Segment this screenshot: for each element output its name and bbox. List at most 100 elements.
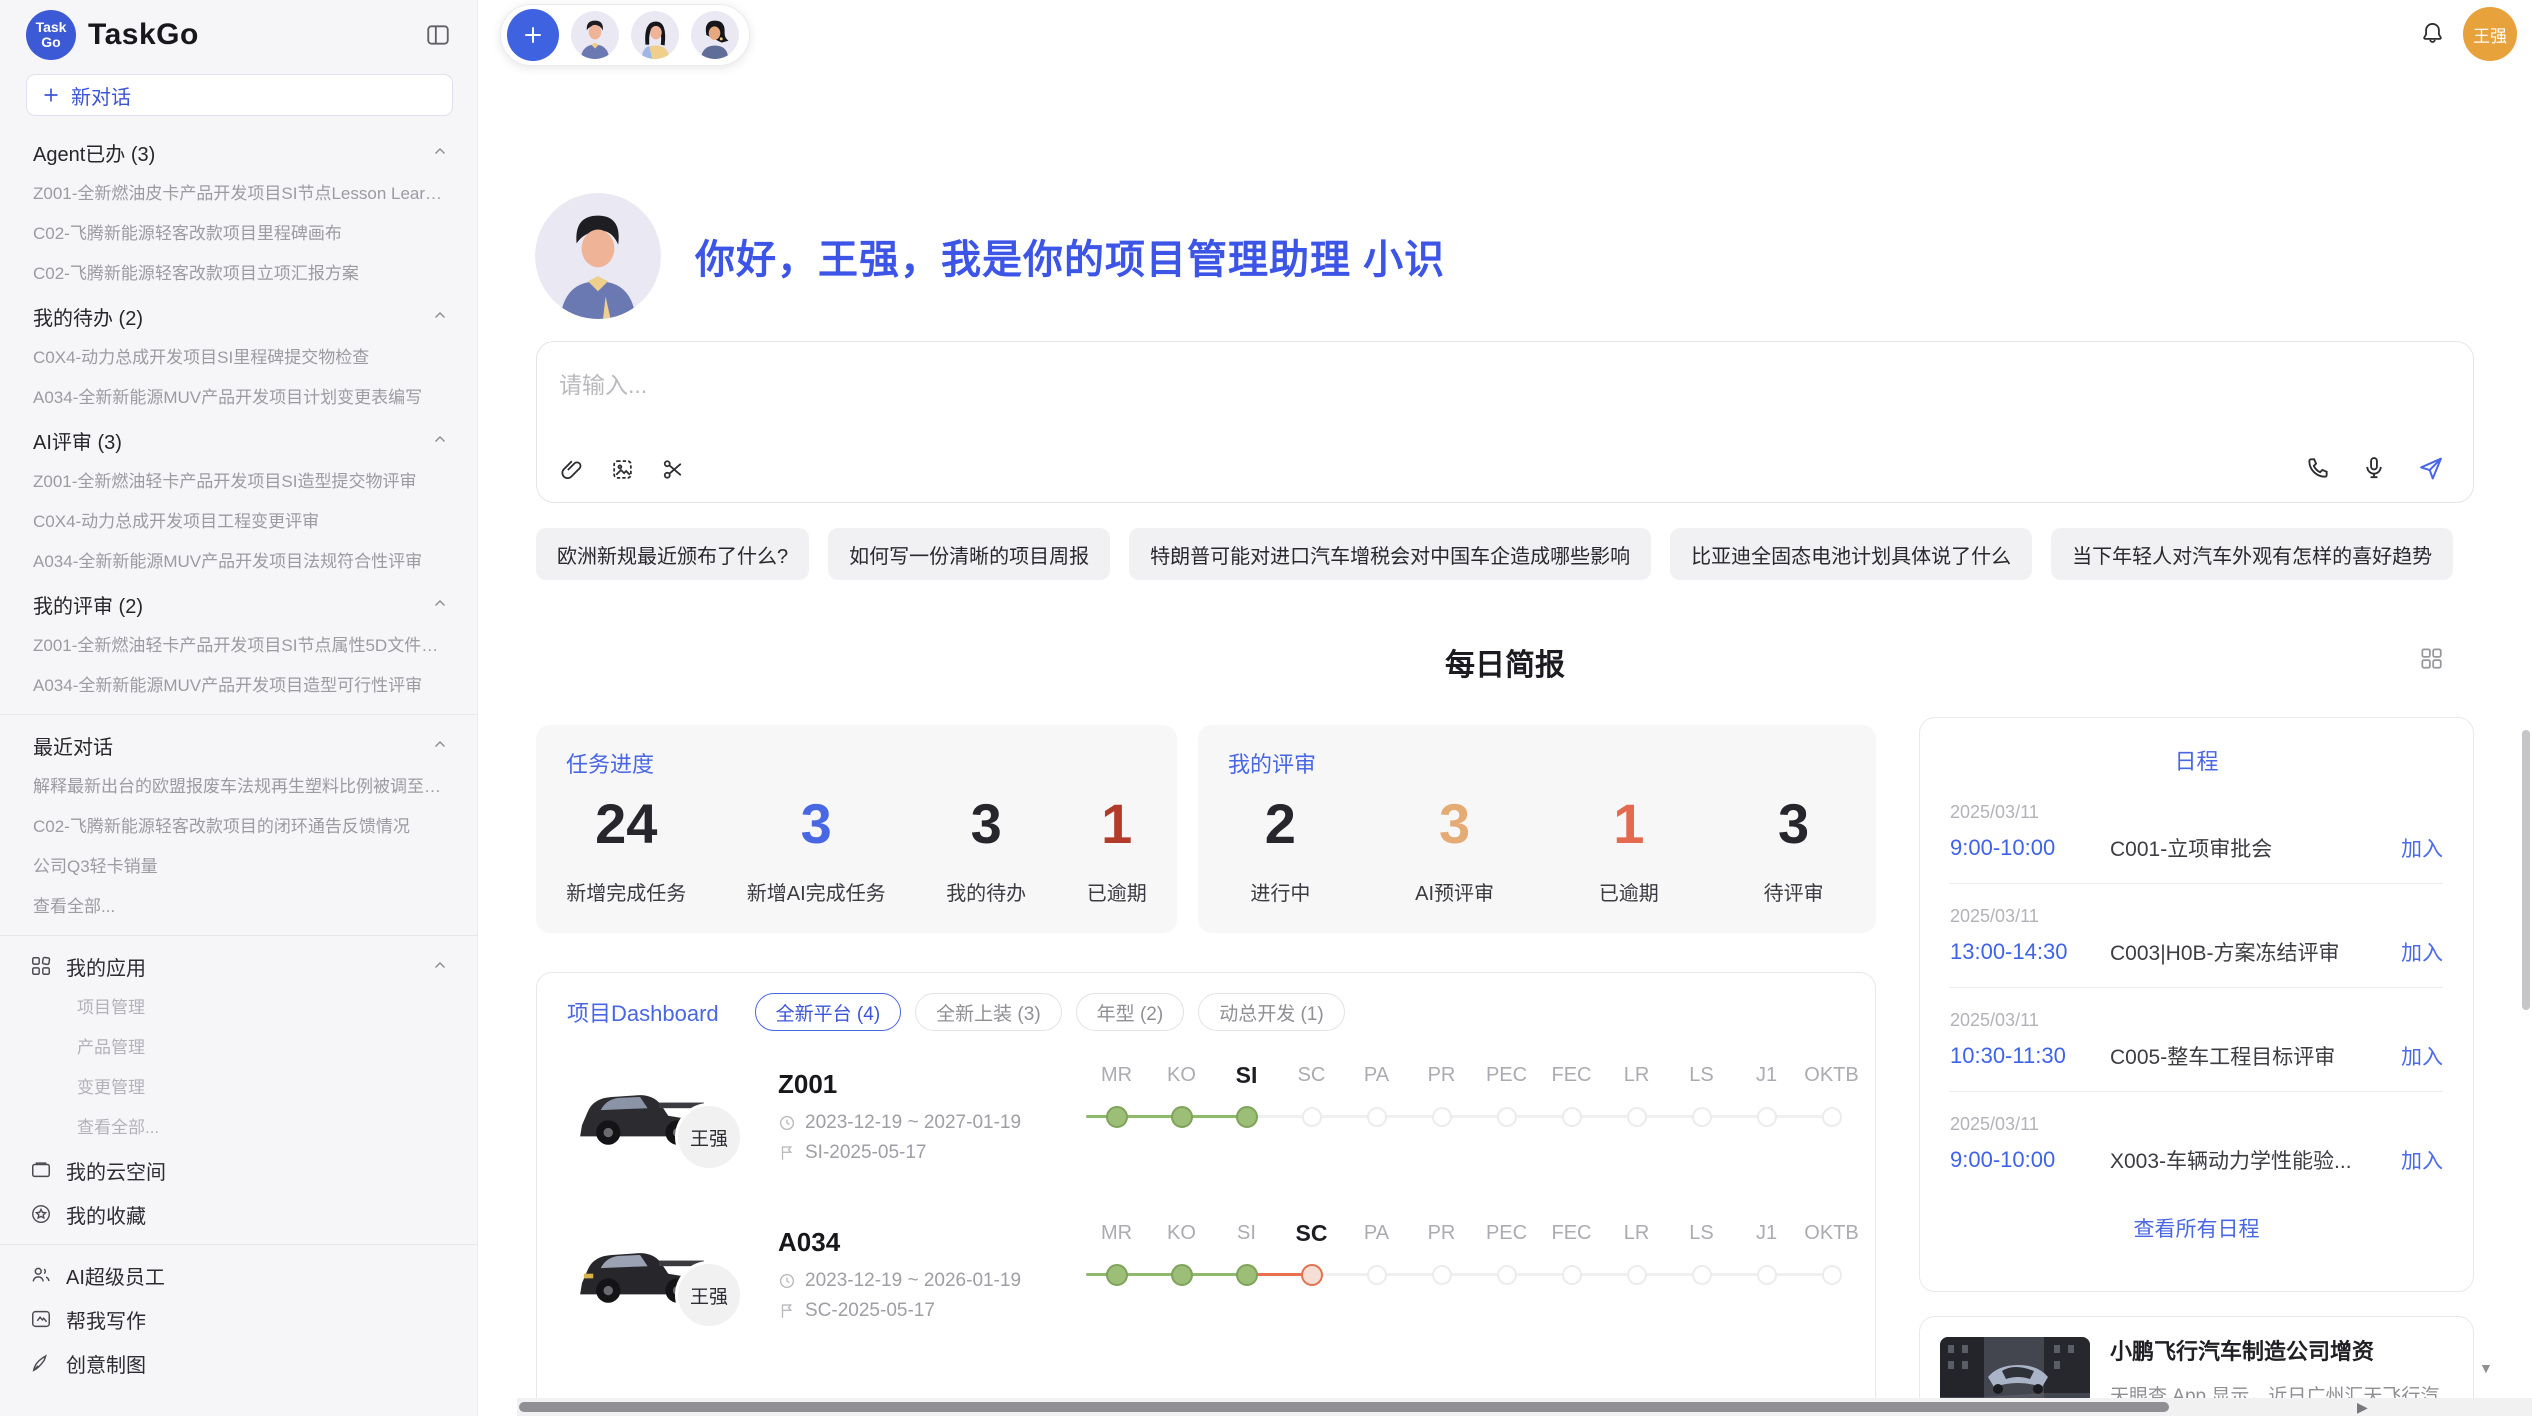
filter-chip[interactable]: 动总开发 (1): [1198, 993, 1345, 1031]
new-chat-button[interactable]: 新对话: [26, 74, 453, 116]
event-line: 10:30-11:30 C005-整车工程目标评审 加入: [1950, 1041, 2443, 1071]
scissors-icon[interactable]: [661, 457, 686, 482]
recent-chats-list: 解释最新出台的欧盟报废车法规再生塑料比例被调至15%...C02-飞腾新能源轻客…: [0, 767, 477, 887]
app-item[interactable]: 项目管理: [0, 988, 477, 1028]
suggestion-chip[interactable]: 当下年轻人对汽车外观有怎样的喜好趋势: [2051, 528, 2453, 580]
app-item[interactable]: 产品管理: [0, 1028, 477, 1068]
image-icon[interactable]: [610, 457, 635, 482]
milestone-dot-cell: [1734, 1092, 1799, 1142]
app-item[interactable]: 变更管理: [0, 1068, 477, 1108]
filter-chip[interactable]: 全新平台 (4): [755, 993, 902, 1031]
greeting-block: 你好，王强，我是你的项目管理助理 小识: [535, 193, 1445, 319]
favorites-label: 我的收藏: [66, 1200, 146, 1229]
send-icon[interactable]: [2417, 454, 2445, 482]
sidebar-item-my-apps[interactable]: 我的应用: [0, 944, 477, 988]
horizontal-scrollbar-thumb[interactable]: [519, 1402, 2169, 1412]
sidebar-task-item[interactable]: C02-飞腾新能源轻客改款项目立项汇报方案: [0, 254, 477, 294]
join-link[interactable]: 加入: [2401, 1145, 2443, 1175]
pen-icon: [30, 1352, 52, 1374]
stat: 1 已逾期: [1599, 785, 1659, 906]
stat-label: 已逾期: [1599, 877, 1659, 906]
sidebar-item-cloud-space[interactable]: 我的云空间: [0, 1148, 477, 1192]
assistant-avatar-2[interactable]: [631, 11, 679, 59]
microphone-icon[interactable]: [2361, 455, 2387, 481]
section-header-agent-done[interactable]: Agent已办 (3): [0, 130, 477, 174]
sidebar-task-item[interactable]: C0X4-动力总成开发项目SI里程碑提交物检查: [0, 338, 477, 378]
sidebar-task-item[interactable]: Z001-全新燃油轻卡产品开发项目SI造型提交物评审: [0, 462, 477, 502]
recent-chat-item[interactable]: 公司Q3轻卡销量: [0, 847, 477, 887]
milestone-dot: [1236, 1106, 1258, 1128]
project-dates: 2023-12-19 ~ 2026-01-19: [778, 1270, 1078, 1292]
recent-chat-item[interactable]: 解释最新出台的欧盟报废车法规再生塑料比例被调至15%...: [0, 767, 477, 807]
apps-view-all[interactable]: 查看全部...: [0, 1108, 477, 1148]
stat: 1 已逾期: [1087, 785, 1147, 906]
milestone-dot: [1301, 1264, 1323, 1286]
section-title: Agent已办 (3): [33, 138, 155, 167]
milestone-label: LR: [1604, 1216, 1669, 1250]
clock-icon: [778, 1114, 796, 1132]
join-link[interactable]: 加入: [2401, 1041, 2443, 1071]
horizontal-scrollbar[interactable]: ▶: [517, 1398, 2532, 1416]
section-header-recent-chats[interactable]: 最近对话: [0, 723, 477, 767]
filter-chip[interactable]: 全新上装 (3): [915, 993, 1062, 1031]
help-me-write-label: 帮我写作: [66, 1305, 146, 1334]
assistant-avatar-3[interactable]: [691, 11, 739, 59]
notifications-bell-icon[interactable]: [2419, 20, 2446, 47]
vertical-scrollbar-thumb[interactable]: [2522, 730, 2530, 1010]
stat-value: 24: [566, 785, 686, 863]
join-link[interactable]: 加入: [2401, 937, 2443, 967]
suggestion-chip[interactable]: 特朗普可能对进口汽车增税会对中国车企造成哪些影响: [1129, 528, 1651, 580]
milestone-dot: [1692, 1107, 1712, 1127]
section-header-my-review[interactable]: 我的评审 (2): [0, 582, 477, 626]
milestone-dot-cell: [1409, 1250, 1474, 1300]
cloud-space-icon: [30, 1159, 52, 1181]
event-name: C005-整车工程目标评审: [2110, 1041, 2389, 1071]
sidebar-item-help-me-write[interactable]: 帮我写作: [0, 1297, 477, 1341]
event-line: 13:00-14:30 C003|H0B-方案冻结评审 加入: [1950, 937, 2443, 967]
attachment-icon[interactable]: [559, 457, 584, 482]
stat-value: 3: [1415, 785, 1494, 863]
suggestion-chip[interactable]: 如何写一份清晰的项目周报: [828, 528, 1110, 580]
milestone-dot-cell: [1084, 1092, 1149, 1142]
layout-grid-icon[interactable]: [2418, 645, 2444, 671]
sidebar-task-item[interactable]: C02-飞腾新能源轻客改款项目里程碑画布: [0, 214, 477, 254]
sidebar-item-creative-drawing[interactable]: 创意制图: [0, 1341, 477, 1385]
scroll-right-arrow-icon[interactable]: ▶: [2357, 1399, 2368, 1416]
milestone-dot-cell: [1604, 1250, 1669, 1300]
add-assistant-button[interactable]: [507, 9, 559, 61]
recent-view-all[interactable]: 查看全部...: [0, 887, 477, 927]
scroll-down-arrow-icon[interactable]: ▼: [2479, 1360, 2493, 1376]
milestone-dot-cell: [1799, 1092, 1864, 1142]
section-header-ai-review[interactable]: AI评审 (3): [0, 418, 477, 462]
stat-value: 2: [1250, 785, 1310, 863]
sidebar-task-item[interactable]: Z001-全新燃油皮卡产品开发项目SI节点Lesson Learn报告: [0, 174, 477, 214]
sidebar-task-item[interactable]: Z001-全新燃油轻卡产品开发项目SI节点属性5D文件评审: [0, 626, 477, 666]
assistant-avatar-1[interactable]: [571, 11, 619, 59]
suggestion-chip[interactable]: 欧洲新规最近颁布了什么?: [536, 528, 809, 580]
project-row-z001[interactable]: 王强 Z001 2023-12-19 ~ 2027-01-19 SI-2025-…: [537, 1037, 1875, 1195]
sidebar-item-favorites[interactable]: 我的收藏: [0, 1192, 477, 1236]
join-link[interactable]: 加入: [2401, 833, 2443, 863]
milestone-dot-cell: [1149, 1250, 1214, 1300]
view-all-schedule-link[interactable]: 查看所有日程: [1950, 1195, 2443, 1243]
stat-value: 3: [946, 785, 1026, 863]
milestone-label: PA: [1344, 1216, 1409, 1250]
milestone-dot-cell: [1279, 1092, 1344, 1142]
sidebar-task-item[interactable]: A034-全新新能源MUV产品开发项目法规符合性评审: [0, 542, 477, 582]
main-area: 王强 你好，王强，我是你的项目管理助理 小识 欧洲新规最近颁布了什么? 如何写一份…: [478, 0, 2532, 1416]
section-header-my-todo[interactable]: 我的待办 (2): [0, 294, 477, 338]
phone-icon[interactable]: [2305, 455, 2331, 481]
sidebar-task-item[interactable]: A034-全新新能源MUV产品开发项目造型可行性评审: [0, 666, 477, 706]
sidebar-item-ai-super-staff[interactable]: AI超级员工: [0, 1253, 477, 1297]
chevron-up-icon: [431, 736, 449, 754]
recent-chat-item[interactable]: C02-飞腾新能源轻客改款项目的闭环通告反馈情况: [0, 807, 477, 847]
chat-input[interactable]: [559, 366, 2159, 430]
user-avatar[interactable]: 王强: [2463, 7, 2517, 61]
suggestion-chip[interactable]: 比亚迪全固态电池计划具体说了什么: [1670, 528, 2032, 580]
sidebar-collapse-icon[interactable]: [425, 22, 451, 48]
sidebar-task-item[interactable]: A034-全新新能源MUV产品开发项目计划变更表编写: [0, 378, 477, 418]
filter-chip[interactable]: 年型 (2): [1076, 993, 1185, 1031]
project-row-a034[interactable]: 王强 A034 2023-12-19 ~ 2026-01-19 SC-2025-…: [537, 1195, 1875, 1353]
sidebar-task-item[interactable]: C0X4-动力总成开发项目工程变更评审: [0, 502, 477, 542]
milestone-dot: [1497, 1265, 1517, 1285]
